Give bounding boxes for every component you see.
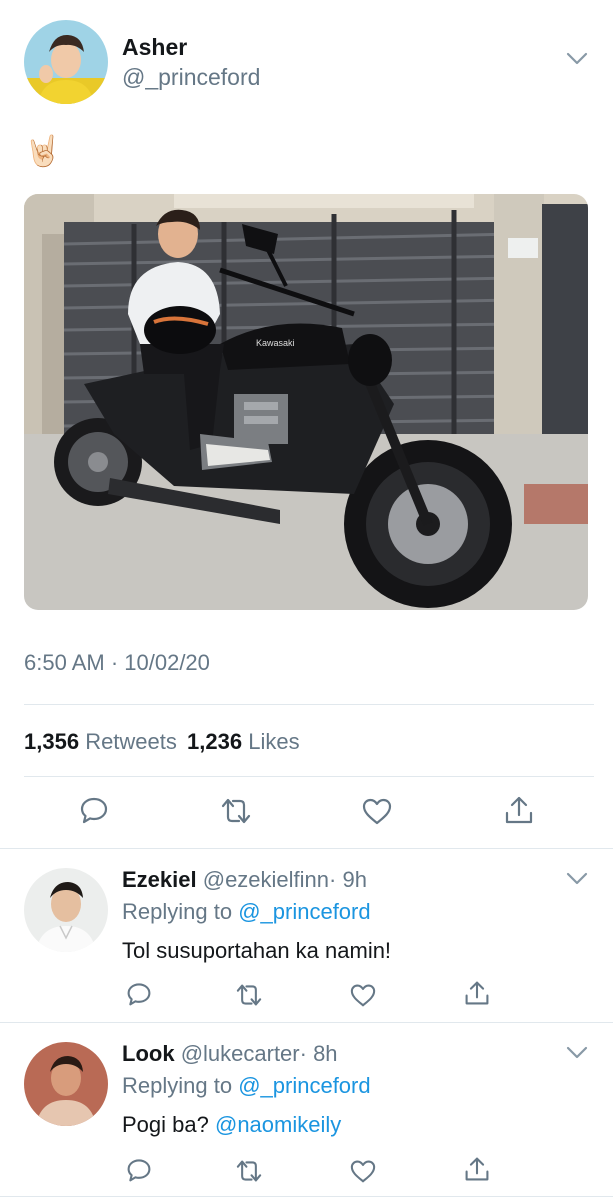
reply-author-handle[interactable]: @lukecarter [181, 1041, 300, 1066]
tweet-timestamp: 6:50 AM · 10/02/20 [24, 650, 210, 675]
reply-author-name[interactable]: Look [122, 1041, 175, 1066]
retweet-label[interactable]: Retweets [85, 729, 177, 754]
reply-header: Ezekiel @ezekielfinn· 9h [122, 867, 367, 893]
tweet-stats: 1,356 Retweets 1,236 Likes [24, 729, 300, 755]
reply-author-name[interactable]: Ezekiel [122, 867, 197, 892]
share-icon[interactable] [463, 980, 491, 1006]
tweet-text-emoji: 🤘🏻 [24, 135, 62, 168]
replying-to-label: Replying to [122, 899, 233, 924]
reply-text: Tol susuportahan ka namin! [122, 938, 392, 963]
reply-icon[interactable] [126, 1157, 152, 1183]
like-icon[interactable] [349, 983, 377, 1007]
share-icon[interactable] [463, 1156, 491, 1182]
like-icon[interactable] [349, 1159, 377, 1183]
reply-avatar[interactable] [24, 1042, 108, 1126]
bike-brand-text: Kawasaki [256, 338, 295, 348]
share-icon[interactable] [503, 795, 535, 825]
reply-avatar[interactable] [24, 868, 108, 952]
reply-author-handle[interactable]: @ezekielfinn [203, 867, 329, 892]
divider [24, 704, 594, 705]
tweet-photo[interactable]: Kawasaki [24, 194, 588, 610]
reply-icon[interactable] [126, 981, 152, 1007]
replying-to-label: Replying to [122, 1073, 233, 1098]
like-label[interactable]: Likes [248, 729, 299, 754]
replying-to-link[interactable]: @_princeford [238, 1073, 370, 1098]
like-icon[interactable] [361, 797, 393, 825]
author-handle[interactable]: @_princeford [122, 64, 260, 91]
divider [0, 1022, 613, 1023]
retweet-icon[interactable] [234, 983, 264, 1007]
like-count[interactable]: 1,236 [187, 729, 242, 754]
chevron-down-icon[interactable] [566, 1046, 588, 1060]
chevron-down-icon[interactable] [566, 872, 588, 886]
reply-header: Look @lukecarter· 8h [122, 1041, 338, 1067]
reply-age: · 9h [329, 867, 367, 892]
divider [24, 776, 594, 777]
retweet-icon[interactable] [234, 1159, 264, 1183]
mention-link[interactable]: @naomikeily [215, 1112, 341, 1137]
divider [0, 848, 613, 849]
chevron-down-icon[interactable] [566, 52, 588, 66]
reply-age: · 8h [299, 1041, 338, 1066]
retweet-icon[interactable] [219, 797, 253, 825]
replying-to-line: Replying to @_princeford [122, 1073, 371, 1099]
retweet-count[interactable]: 1,356 [24, 729, 79, 754]
author-avatar[interactable] [24, 20, 108, 104]
author-name[interactable]: Asher [122, 34, 187, 61]
reply-icon[interactable] [79, 795, 109, 825]
replying-to-line: Replying to @_princeford [122, 899, 371, 925]
divider [0, 1196, 613, 1197]
reply-text-line: Pogi ba? @naomikeily [122, 1112, 341, 1138]
reply-text: Pogi ba? [122, 1112, 209, 1137]
replying-to-link[interactable]: @_princeford [238, 899, 370, 924]
